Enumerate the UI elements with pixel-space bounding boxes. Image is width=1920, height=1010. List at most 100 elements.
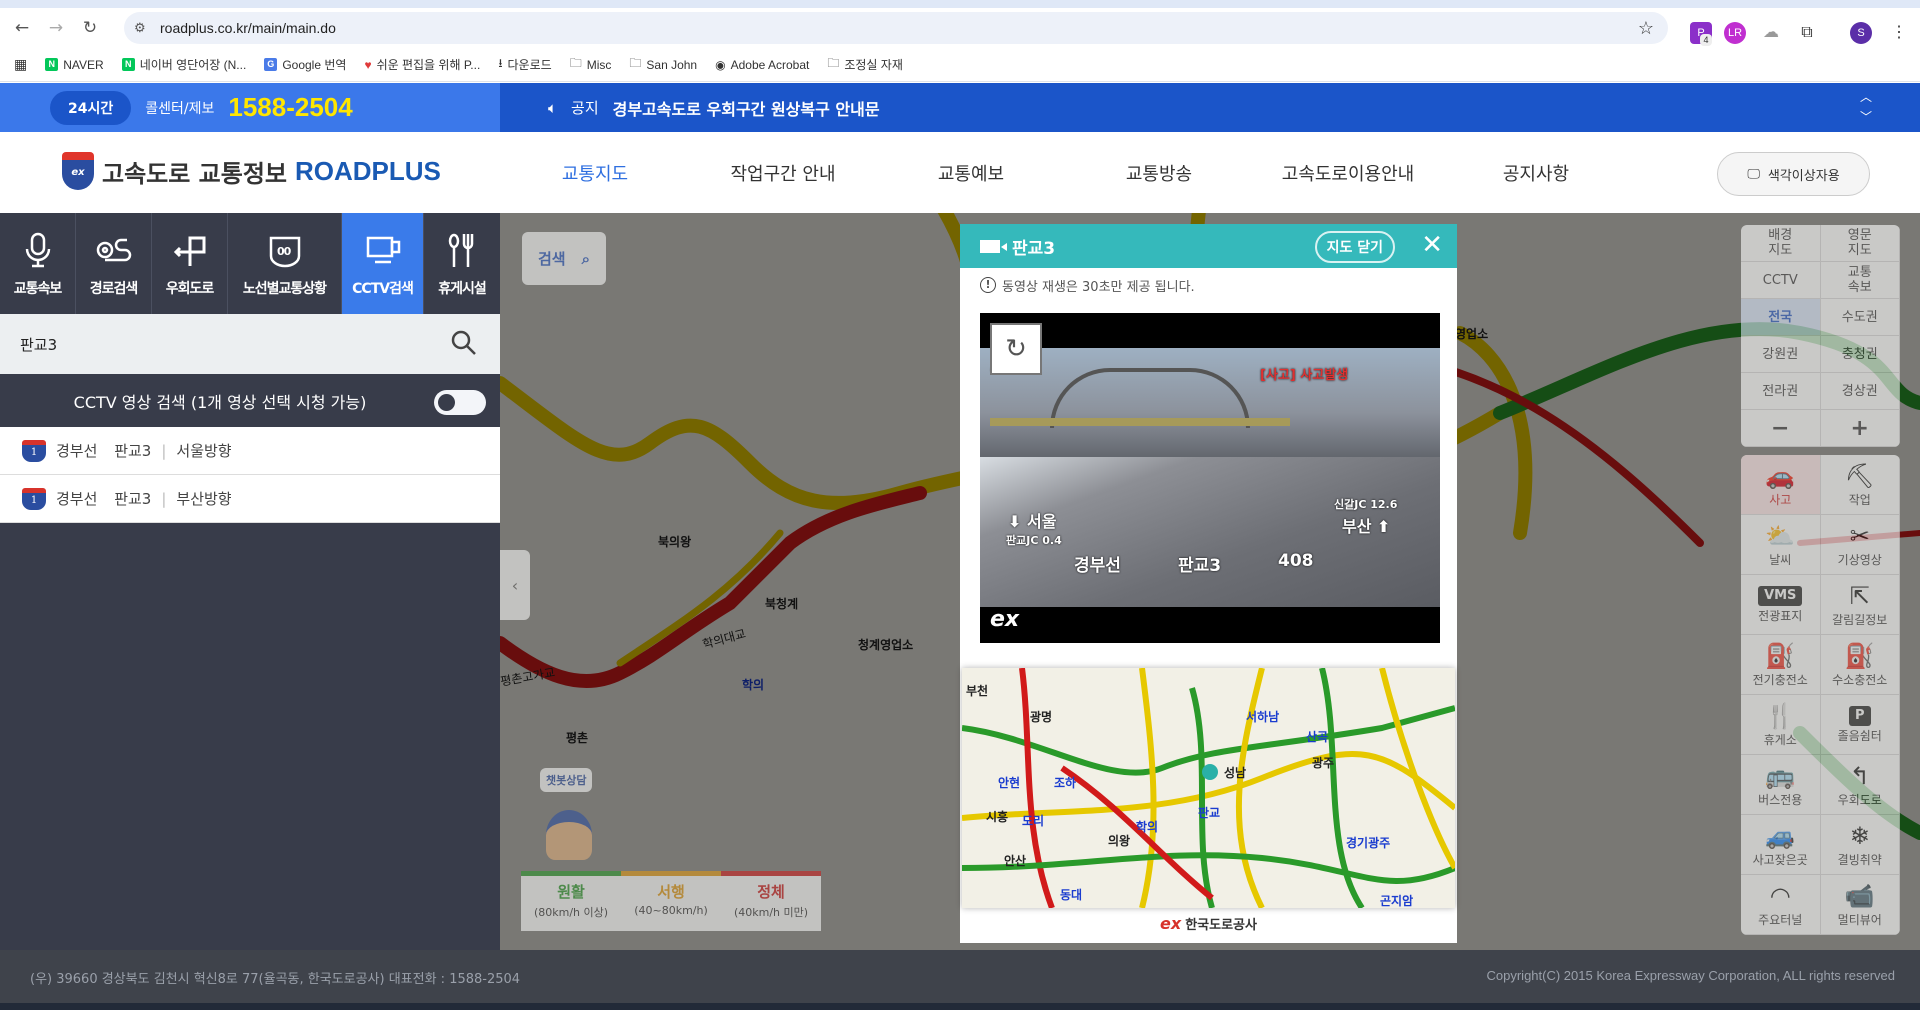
layer-icon: 🍴: [1765, 701, 1796, 730]
layer-icon: P: [1848, 705, 1871, 726]
call-center-label: 콜센터/제보: [145, 100, 215, 117]
map-option-3[interactable]: 교통 속보: [1820, 262, 1900, 299]
bookmarks-bar: ▦ N NAVER N 네이버 영단어장 (N... G Google 번역 ♥ 쉬운 …: [0, 48, 1920, 82]
map-option-5[interactable]: 수도권: [1820, 299, 1900, 336]
close-icon[interactable]: ✕: [1421, 230, 1443, 260]
address-bar[interactable]: ⚙ roadplus.co.kr/main/main.do ☆: [124, 12, 1668, 44]
left-panel: 교통속보 경로검색 우회도로 00노선별교통상황 CCTV검색 휴게시설 CCT…: [0, 213, 500, 950]
cctv-video-frame: · [사고] 사고발생 ⬇ 서울 판교JC 0.4 신갈JC 12.6 부산 ⬆…: [980, 348, 1440, 607]
notice-prev-icon[interactable]: ︿: [1860, 87, 1872, 107]
map-option-7[interactable]: 충청권: [1820, 336, 1900, 373]
bookmark-star-icon[interactable]: ☆: [1638, 18, 1654, 39]
layer-toggle-0[interactable]: 🚗 사고: [1741, 455, 1821, 515]
chatbot-button[interactable]: 챗봇상담: [540, 768, 600, 868]
layer-toggle-11[interactable]: ↰ 우회도로: [1820, 755, 1900, 815]
layer-toggle-14[interactable]: ◠ 주요터널: [1741, 875, 1821, 935]
traffic-legend: 원활 (80km/h 이상) 서행 (40~80km/h) 정체 (40km/h 미만…: [521, 871, 821, 931]
zoom-out-button[interactable]: −: [1741, 410, 1821, 447]
cctv-video-player[interactable]: · [사고] 사고발생 ⬇ 서울 판교JC 0.4 신갈JC 12.6 부산 ⬆…: [980, 313, 1440, 643]
nav-expressway-guide[interactable]: 고속도로이용안내: [1282, 160, 1414, 186]
map-option-2[interactable]: CCTV: [1741, 262, 1821, 299]
bookmark-materials[interactable]: 🗀 조정실 자재: [827, 54, 903, 75]
site-logo[interactable]: ex 고속도로 교통정보 ROADPLUS: [62, 152, 441, 190]
notice-text[interactable]: 경부고속도로 우회구간 원상복구 안내문: [613, 96, 880, 120]
close-map-button[interactable]: 지도 닫기: [1314, 231, 1395, 263]
layer-toggle-2[interactable]: ⛅ 날씨: [1741, 515, 1821, 575]
bookmark-san-john[interactable]: 🗀 San John: [629, 54, 697, 75]
24h-badge: 24시간: [50, 90, 132, 125]
reload-video-button[interactable]: ↻: [990, 323, 1042, 375]
ex-shield-logo-icon: ex: [62, 152, 94, 190]
tab-route-traffic[interactable]: 00 노선별교통상황: [228, 213, 342, 314]
layer-icon: ⛽: [1844, 641, 1875, 670]
tab-route-search[interactable]: 경로검색: [76, 213, 152, 314]
tab-detour[interactable]: 우회도로: [152, 213, 228, 314]
layer-toggle-3[interactable]: ✂ 기상영상: [1820, 515, 1900, 575]
nav-work-zone[interactable]: 작업구간 안내: [730, 160, 835, 186]
map-option-6[interactable]: 강원권: [1741, 336, 1821, 373]
nav-traffic-broadcast[interactable]: 교통방송: [1126, 160, 1192, 186]
map-option-8[interactable]: 전라권: [1741, 373, 1821, 410]
cloud-extension-icon[interactable]: ☁: [1760, 22, 1782, 44]
tab-cctv-search[interactable]: CCTV검색: [342, 213, 424, 314]
site-header: ex 고속도로 교통정보 ROADPLUS 교통지도 작업구간 안내 교통예보 …: [0, 132, 1920, 213]
nav-traffic-map[interactable]: 교통지도: [562, 160, 628, 186]
layer-toggle-10[interactable]: 🚌 버스전용: [1741, 755, 1821, 815]
tab-rest-area[interactable]: 휴게시설: [424, 213, 500, 314]
site-info-icon[interactable]: ⚙: [134, 20, 146, 36]
nav-notices[interactable]: 공지사항: [1503, 160, 1569, 186]
tab-traffic-news[interactable]: 교통속보: [0, 213, 76, 314]
route-shield-icon: 1: [22, 439, 46, 462]
layer-label: 수소충전소: [1832, 672, 1888, 687]
back-button[interactable]: ←: [5, 18, 39, 38]
map-option-0[interactable]: 배경 지도: [1741, 225, 1821, 262]
layer-toggle-13[interactable]: ❄ 결빙취약: [1820, 815, 1900, 875]
layer-toggle-1[interactable]: ⛏ 작업: [1820, 455, 1900, 515]
notice-next-icon[interactable]: ﹀: [1860, 107, 1872, 127]
bookmark-downloads[interactable]: ⭳ 다운로드: [498, 54, 551, 75]
bookmark-naver[interactable]: N NAVER: [45, 58, 104, 72]
layer-label: 졸음쉼터: [1837, 728, 1882, 743]
extension-badge: 4: [1700, 34, 1712, 46]
cctv-mini-map[interactable]: 부천 광명 안현 조하 시흥 도리 안산 의왕 학의 판교 성남 서하남 산곡 …: [962, 668, 1455, 908]
zoom-in-button[interactable]: +: [1820, 410, 1900, 447]
forward-button[interactable]: →: [39, 18, 73, 38]
bookmark-misc[interactable]: 🗀 Misc: [570, 54, 612, 75]
map-option-9[interactable]: 경상권: [1820, 373, 1900, 410]
layer-toggle-5[interactable]: ⇱ 갈림길정보: [1820, 575, 1900, 635]
map-search-box[interactable]: 검색 ⌕: [522, 232, 606, 285]
url-text[interactable]: roadplus.co.kr/main/main.do: [160, 20, 336, 36]
colorblind-mode-button[interactable]: 🖵 색각이상자용: [1717, 152, 1870, 196]
profile-avatar[interactable]: S: [1850, 22, 1872, 44]
layer-toggle-12[interactable]: 🚙 사고잦은곳: [1741, 815, 1821, 875]
layer-toggle-15[interactable]: 📹 멀티뷰어: [1820, 875, 1900, 935]
cctv-search-input[interactable]: [20, 335, 420, 353]
layer-toggle-9[interactable]: P 졸음쉼터: [1820, 695, 1900, 755]
cctv-result-item[interactable]: 1 경부선 판교3 | 부산방향: [0, 475, 500, 523]
extensions-puzzle-icon[interactable]: ⧉: [1796, 22, 1818, 44]
route-shield-icon: 00: [269, 236, 300, 267]
layer-toggle-6[interactable]: ⛽ 전기충전소: [1741, 635, 1821, 695]
reload-button[interactable]: ↻: [73, 18, 107, 38]
bookmark-adobe-acrobat[interactable]: ◉ Adobe Acrobat: [715, 58, 809, 72]
layer-toggle-8[interactable]: 🍴 휴게소: [1741, 695, 1821, 755]
layer-icon: 📹: [1844, 881, 1875, 910]
map-option-4[interactable]: 전국: [1741, 299, 1821, 336]
search-icon[interactable]: [450, 329, 478, 357]
cctv-result-item[interactable]: 1 경부선 판교3 | 서울방향: [0, 427, 500, 475]
layer-toggle-4[interactable]: VMS 전광표지: [1741, 575, 1821, 635]
cctv-multi-select-toggle[interactable]: [434, 390, 486, 415]
fork-knife-icon: [448, 233, 474, 267]
bookmark-google-translate[interactable]: G Google 번역: [264, 56, 346, 73]
bookmark-pdf-edit[interactable]: ♥ 쉬운 편집을 위해 P...: [364, 56, 480, 73]
bookmark-naver-vocab[interactable]: N 네이버 영단어장 (N...: [121, 56, 246, 73]
browser-menu-icon[interactable]: ⋮: [1888, 22, 1910, 44]
chevron-left-icon: ‹: [511, 575, 519, 595]
search-icon[interactable]: ⌕: [582, 250, 590, 268]
apps-grid-icon[interactable]: ▦: [14, 56, 27, 73]
layer-toggle-7[interactable]: ⛽ 수소충전소: [1820, 635, 1900, 695]
collapse-panel-button[interactable]: ‹: [500, 550, 530, 620]
map-option-1[interactable]: 영문 지도: [1820, 225, 1900, 262]
nav-traffic-forecast[interactable]: 교통예보: [938, 160, 1004, 186]
lr-extension-icon[interactable]: LR: [1724, 22, 1746, 44]
